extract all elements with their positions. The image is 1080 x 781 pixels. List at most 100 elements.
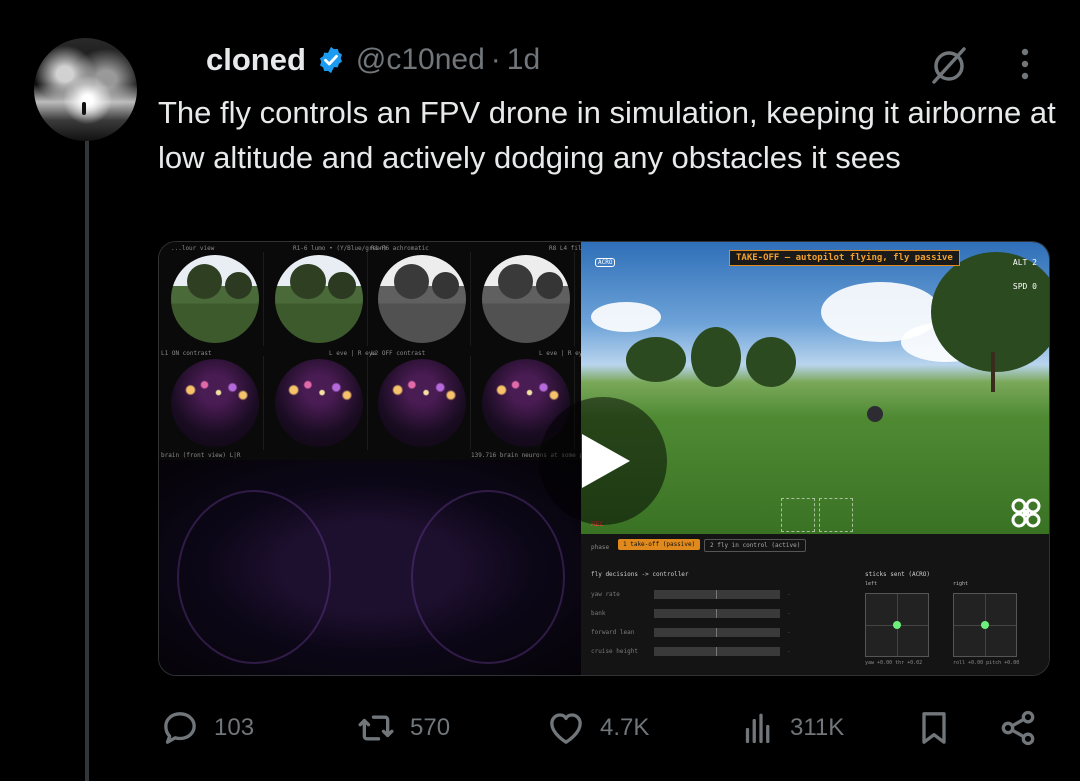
contrast-image <box>378 359 467 447</box>
panel-label-achromatic: R1-R6 achromatic <box>371 245 429 252</box>
decision-row-bank: bank - <box>591 608 791 620</box>
altitude-label: ALT <box>1012 258 1028 267</box>
eye-cell <box>478 252 575 346</box>
reply-button[interactable]: 103 <box>160 705 254 751</box>
action-bar: 103 570 4.7K 311K <box>160 705 1045 751</box>
decision-label: bank <box>591 610 606 617</box>
eye-cell <box>167 356 264 450</box>
decision-label: forward lean <box>591 629 635 636</box>
crosshair-right <box>819 498 853 532</box>
eye-view-image <box>378 255 467 343</box>
verified-badge-icon <box>319 46 342 74</box>
avatar[interactable] <box>34 38 137 141</box>
tree <box>691 327 741 387</box>
flight-status-badge: TAKE-OFF – autopilot flying, fly passive <box>729 250 960 266</box>
decision-row-yaw: yaw rate - <box>591 589 791 601</box>
decisions-title: fly decisions -> controller <box>591 571 689 578</box>
speed-readout: SPD 0 <box>1013 282 1037 291</box>
acro-mode-tag: ACRO <box>595 258 616 267</box>
more-options-icon[interactable] <box>1014 44 1036 84</box>
like-count: 4.7K <box>600 714 650 741</box>
brain-view-label: brain (front view) L|R <box>161 452 241 459</box>
repost-icon <box>358 715 394 741</box>
right-stick-readout: roll +0.00 pitch +0.00 <box>953 660 1020 666</box>
brain-left-lobe <box>177 490 331 664</box>
decision-label: yaw rate <box>591 591 620 598</box>
left-stick-box <box>865 593 929 657</box>
decision-tick: - <box>787 629 791 636</box>
grok-icon[interactable] <box>926 42 972 88</box>
decision-bar <box>654 647 780 656</box>
like-button[interactable]: 4.7K <box>546 705 649 751</box>
handle[interactable]: @c10ned <box>356 43 485 77</box>
repost-button[interactable]: 570 <box>356 705 450 751</box>
eye-view-image <box>171 255 259 343</box>
eye-cell <box>271 252 368 346</box>
tree <box>746 337 796 387</box>
tweet-header: cloned @c10ned · 1d <box>206 42 540 78</box>
phase-active-chip: 1 take-off (passive) <box>618 539 701 550</box>
eye-cell <box>374 356 472 450</box>
stick-left-label: left <box>865 581 878 587</box>
share-icon <box>1001 710 1035 746</box>
decision-bar <box>654 609 780 618</box>
decision-tick: - <box>787 610 791 617</box>
repost-count: 570 <box>410 714 451 741</box>
thread-line <box>85 140 89 781</box>
contrast-eye-row <box>167 356 575 450</box>
heart-icon <box>550 713 582 744</box>
drone-sim-panel: TAKE-OFF – autopilot flying, fly passive… <box>539 242 1049 675</box>
views-button[interactable]: 311K <box>740 705 844 751</box>
decision-bar <box>654 590 780 599</box>
display-name[interactable]: cloned <box>206 42 306 78</box>
right-stick-box <box>953 593 1017 657</box>
drone-icon <box>1011 498 1041 528</box>
phase-inactive-chip: 2 fly in control (active) <box>704 539 807 552</box>
reply-icon <box>164 712 196 744</box>
right-stick-dot <box>981 621 989 629</box>
obstacle-ball <box>867 406 883 422</box>
phase-label: phase <box>591 544 610 551</box>
contrast-image <box>274 359 363 447</box>
reply-count: 103 <box>214 714 255 741</box>
play-button[interactable] <box>539 397 667 525</box>
crosshair-left <box>781 498 815 532</box>
altitude-readout: ALT 2 <box>1013 258 1037 267</box>
share-button[interactable] <box>998 705 1038 751</box>
left-stick-readout: yaw +0.00 thr +0.02 <box>865 660 923 666</box>
views-icon <box>745 713 770 744</box>
eye-cell <box>374 252 472 346</box>
bookmark-button[interactable] <box>914 705 954 751</box>
brain-visualization <box>159 460 581 675</box>
decision-row-forward: forward lean - <box>591 627 791 639</box>
tree <box>931 252 1049 372</box>
avatar-figure <box>82 102 86 115</box>
eye-view-image <box>481 255 570 343</box>
color-eye-row <box>167 252 575 346</box>
decision-tick: - <box>787 648 791 655</box>
brain-right-lobe <box>411 490 565 664</box>
sticks-title: sticks sent (ACRO) <box>865 571 931 578</box>
stick-right-label: right <box>953 581 969 587</box>
tweet-text: The fly controls an FPV drone in simulat… <box>158 95 1056 175</box>
left-stick-dot <box>893 621 901 629</box>
decision-row-height: cruise height - <box>591 646 791 658</box>
eye-cell <box>167 252 264 346</box>
decision-tick: - <box>787 591 791 598</box>
control-panel: phase 1 take-off (passive) 2 fly in cont… <box>581 534 1049 675</box>
video-media[interactable]: ...lour view R1-6 lumo • (Y/Blue/green) … <box>158 241 1050 676</box>
tree <box>626 337 686 382</box>
speed-value: 0 <box>1032 282 1037 291</box>
timestamp[interactable]: 1d <box>507 43 540 77</box>
view-count: 311K <box>790 714 845 741</box>
eye-cell <box>271 356 368 450</box>
altitude-value: 2 <box>1032 258 1037 267</box>
separator-dot: · <box>490 43 501 76</box>
decision-label: cruise height <box>591 648 638 655</box>
fly-vision-panel: ...lour view R1-6 lumo • (Y/Blue/green) … <box>159 242 612 675</box>
cloud <box>591 302 661 332</box>
speed-label: SPD <box>1012 282 1028 291</box>
panel-label-colour-view: ...lour view <box>171 245 215 252</box>
play-icon <box>582 434 630 488</box>
contrast-image <box>171 359 259 447</box>
